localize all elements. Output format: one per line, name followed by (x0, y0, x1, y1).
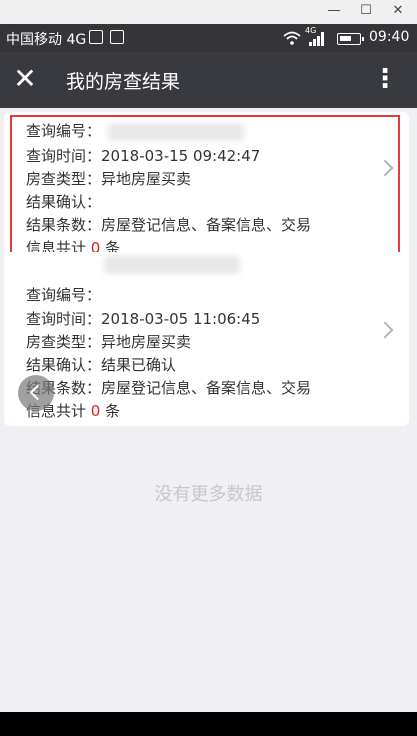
result-items-row: 结果条数：房屋登记信息、备案信息、交易 (26, 377, 311, 398)
clock: 09:40 (369, 29, 410, 45)
floating-back-button[interactable] (18, 375, 54, 411)
redacted-query-id (104, 256, 240, 274)
query-type-value: 异地房屋买卖 (101, 170, 192, 188)
query-time-row: 查询时间：2018-03-15 09:42:47 (26, 145, 260, 166)
query-time-value: 2018-03-05 11:06:45 (101, 310, 261, 328)
query-id-label: 查询编号： (26, 286, 102, 304)
status-bar: 中国移动 4G 4G 09:40 (0, 24, 417, 52)
image-notification-icon (110, 30, 124, 44)
query-time-label: 查询时间： (26, 147, 102, 165)
minimize-button[interactable]: — (324, 2, 344, 20)
window-title-bar: — ☐ ✕ (0, 0, 417, 24)
system-nav-bar (0, 712, 417, 736)
query-time-label: 查询时间： (26, 310, 102, 328)
query-id-row: 查询编号： (26, 120, 101, 141)
query-time-value: 2018-03-15 09:42:47 (101, 147, 261, 165)
redacted-query-id (108, 123, 244, 141)
query-time-row: 查询时间：2018-03-05 11:06:45 (26, 308, 260, 329)
more-menu-button[interactable]: ⋮ (372, 64, 398, 94)
result-confirm-row: 结果确认：结果已确认 (26, 354, 176, 375)
result-items-value: 房屋登记信息、备案信息、交易 (101, 379, 312, 397)
query-id-row: 查询编号： (26, 284, 101, 305)
result-confirm-label: 结果确认： (26, 193, 102, 211)
result-confirm-row: 结果确认： (26, 191, 101, 212)
record-card[interactable]: 查询编号： 查询时间：2018-03-05 11:06:45 房查类型：异地房屋… (4, 252, 409, 426)
query-type-label: 房查类型： (26, 333, 102, 351)
total-count: 0 (90, 402, 101, 420)
close-page-button[interactable]: ✕ (10, 64, 40, 94)
signal-icon (309, 32, 324, 46)
page-title: 我的房查结果 (66, 71, 181, 93)
result-items-label: 结果条数： (26, 216, 102, 234)
sim-icon (89, 30, 103, 44)
window-close-button[interactable]: ✕ (388, 2, 408, 20)
query-type-row: 房查类型：异地房屋买卖 (26, 331, 191, 352)
result-items-row: 结果条数：房屋登记信息、备案信息、交易 (26, 214, 311, 235)
query-id-label: 查询编号： (26, 122, 102, 140)
battery-icon (337, 33, 364, 45)
result-confirm-value: 结果已确认 (101, 356, 177, 374)
chevron-right-icon[interactable] (376, 321, 394, 339)
no-more-data-text: 没有更多数据 (154, 484, 263, 505)
query-type-label: 房查类型： (26, 170, 102, 188)
total-suffix: 条 (105, 402, 121, 420)
result-items-value: 房屋登记信息、备案信息、交易 (101, 216, 312, 234)
result-confirm-label: 结果确认： (26, 356, 102, 374)
query-type-value: 异地房屋买卖 (101, 333, 192, 351)
app-header: ✕ 我的房查结果 ⋮ (0, 52, 417, 108)
wifi-icon (283, 31, 301, 45)
query-type-row: 房查类型：异地房屋买卖 (26, 168, 191, 189)
record-card[interactable]: 查询编号： 查询时间：2018-03-15 09:42:47 房查类型：异地房屋… (4, 112, 409, 270)
carrier-label: 中国移动 4G (6, 32, 87, 48)
maximize-button[interactable]: ☐ (356, 2, 376, 20)
